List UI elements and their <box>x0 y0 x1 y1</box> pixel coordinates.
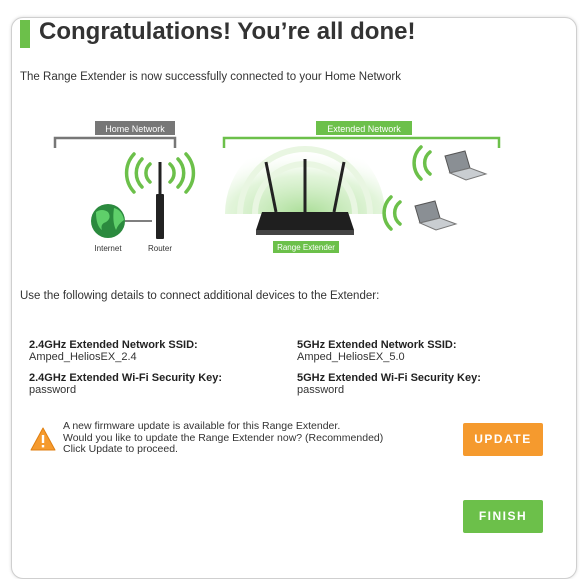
key-24-block: 2.4GHz Extended Wi-Fi Security Key: pass… <box>29 372 222 396</box>
title-accent-bar <box>20 20 30 48</box>
internet-globe-icon <box>91 204 125 238</box>
key-24-value: password <box>29 384 77 396</box>
network-diagram: Home Network Extended Network Internet R… <box>53 121 501 253</box>
key-5-label: 5GHz Extended Wi-Fi Security Key: <box>297 372 481 384</box>
details-intro-text: Use the following details to connect add… <box>20 290 380 302</box>
router-icon <box>156 162 164 239</box>
extended-network-label: Extended Network <box>327 124 401 134</box>
key-5-block: 5GHz Extended Wi-Fi Security Key: passwo… <box>297 372 481 396</box>
laptop-icon <box>414 200 458 231</box>
ssid-24-label: 2.4GHz Extended Network SSID: <box>29 339 198 351</box>
firmware-line-1: A new firmware update is available for t… <box>63 420 341 432</box>
connection-status-text: The Range Extender is now successfully c… <box>20 71 401 83</box>
page-title: Congratulations! You’re all done! <box>39 18 416 45</box>
home-network-label: Home Network <box>105 124 165 134</box>
ssid-5-value: Amped_HeliosEX_5.0 <box>297 351 405 363</box>
finish-button[interactable]: FINISH <box>463 500 543 533</box>
firmware-update-message: A new firmware update is available for t… <box>63 420 383 456</box>
internet-label: Internet <box>94 244 122 253</box>
ssid-24-block: 2.4GHz Extended Network SSID: Amped_Heli… <box>29 339 198 363</box>
ssid-5-block: 5GHz Extended Network SSID: Amped_Helios… <box>297 339 457 363</box>
ssid-24-value: Amped_HeliosEX_2.4 <box>29 351 137 363</box>
home-network-bracket <box>53 136 177 148</box>
range-extender-label: Range Extender <box>277 243 335 252</box>
key-5-value: password <box>297 384 345 396</box>
update-button[interactable]: UPDATE <box>463 423 543 456</box>
laptop-icon <box>444 150 488 181</box>
firmware-line-3: Click Update to proceed. <box>63 443 178 455</box>
key-24-label: 2.4GHz Extended Wi-Fi Security Key: <box>29 372 223 384</box>
warning-icon <box>30 427 56 451</box>
router-label: Router <box>148 244 172 253</box>
ssid-5-label: 5GHz Extended Network SSID: <box>297 339 457 351</box>
